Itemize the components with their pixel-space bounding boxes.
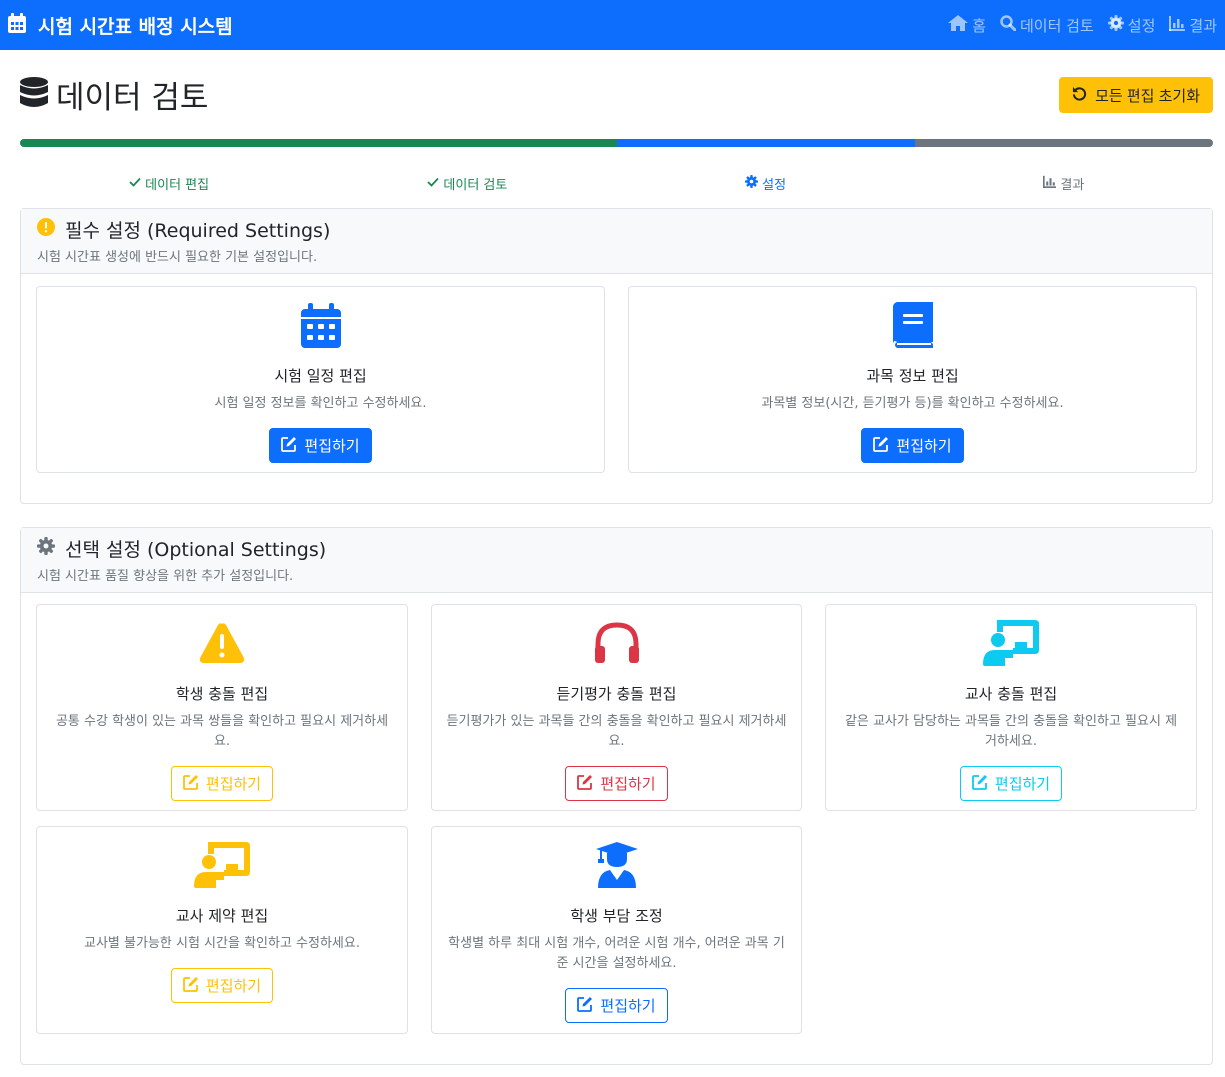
progress-segment-done: [20, 139, 617, 147]
search-icon: [1000, 15, 1017, 35]
step-label: 데이터 편집: [145, 177, 210, 193]
brand[interactable]: 시험 시간표 배정 시스템: [8, 12, 233, 39]
edit-icon: [873, 436, 889, 456]
progress-steps: 데이터 편집 데이터 검토 설정 결과: [20, 172, 1213, 194]
chart-icon: [1043, 175, 1057, 192]
optional-settings-section: 선택 설정 (Optional Settings) 시험 시간표 품질 향상을 …: [20, 527, 1213, 1065]
edit-icon: [577, 774, 593, 794]
card-description: 공통 수강 학생이 있는 과목 쌍들을 확인하고 필요시 제거하세요.: [55, 714, 389, 749]
edit-icon: [182, 976, 199, 996]
card-student-burden: 학생 부담 조정 학생별 하루 최대 시험 개수, 어려운 시험 개수, 어려운…: [431, 826, 802, 1034]
nav-settings-label: 설정: [1127, 16, 1156, 35]
card-description: 같은 교사가 담당하는 과목들 간의 충돌을 확인하고 필요시 제거하세요.: [844, 714, 1178, 749]
edit-exam-schedule-button[interactable]: 편집하기: [269, 428, 372, 463]
page-header: 데이터 검토: [20, 72, 208, 117]
home-icon: [948, 15, 969, 35]
button-label: 편집하기: [600, 776, 656, 793]
card-description: 교사별 불가능한 시험 시간을 확인하고 수정하세요.: [84, 936, 360, 951]
card-title: 학생 충돌 편집: [175, 685, 269, 703]
graduate-icon: [595, 841, 638, 889]
card-description: 듣기평가가 있는 과목들 간의 충돌을 확인하고 필요시 제거하세요.: [446, 714, 787, 749]
section-subtitle: 시험 시간표 품질 향상을 위한 추가 설정입니다.: [37, 569, 294, 584]
teacher-icon: [194, 841, 250, 889]
button-label: 편집하기: [205, 978, 262, 995]
section-title: 선택 설정 (Optional Settings): [65, 539, 327, 561]
step-label: 데이터 검토: [443, 177, 508, 193]
warning-icon: [199, 619, 245, 667]
edit-listening-conflict-button[interactable]: 편집하기: [565, 766, 668, 801]
book-icon: [892, 301, 933, 349]
headphones-icon: [594, 619, 640, 667]
calendar-icon: [8, 12, 26, 38]
page-title: 데이터 검토: [56, 80, 209, 116]
required-settings-section: 필수 설정 (Required Settings) 시험 시간표 생성에 반드시…: [20, 208, 1213, 504]
button-label: 편집하기: [600, 998, 656, 1015]
card-description: 과목별 정보(시간, 듣기평가 등)를 확인하고 수정하세요.: [761, 396, 1064, 411]
chart-icon: [1169, 15, 1186, 35]
card-subject-info: 과목 정보 편집 과목별 정보(시간, 듣기평가 등)를 확인하고 수정하세요.…: [628, 286, 1197, 473]
step-results: 결과: [915, 172, 1213, 194]
progress-segment-active: [616, 139, 915, 147]
brand-text: 시험 시간표 배정 시스템: [38, 15, 233, 38]
edit-student-burden-button[interactable]: 편집하기: [565, 988, 668, 1023]
gear-icon: [745, 174, 759, 192]
edit-icon: [281, 436, 297, 456]
card-title: 시험 일정 편집: [274, 367, 367, 385]
calendar-icon: [300, 301, 341, 349]
step-data-edit: 데이터 편집: [20, 172, 318, 194]
reset-label: 모든 편집 초기화: [1095, 87, 1200, 105]
button-label: 편집하기: [205, 776, 262, 793]
exclamation-circle-icon: [37, 218, 55, 241]
progress-segment-remaining: [914, 139, 1213, 147]
card-teacher-conflict: 교사 충돌 편집 같은 교사가 담당하는 과목들 간의 충돌을 확인하고 필요시…: [825, 604, 1197, 811]
section-header: 필수 설정 (Required Settings) 시험 시간표 생성에 반드시…: [21, 209, 1212, 274]
edit-teacher-constraint-button[interactable]: 편집하기: [170, 968, 274, 1003]
gear-icon: [1107, 15, 1124, 35]
button-label: 편집하기: [304, 438, 360, 455]
teacher-icon: [983, 619, 1039, 667]
button-label: 편집하기: [896, 438, 952, 455]
top-navbar: 시험 시간표 배정 시스템 홈 데이터 검토 설정 결과: [0, 0, 1225, 50]
edit-subject-info-button[interactable]: 편집하기: [861, 428, 964, 463]
nav-data-review[interactable]: 데이터 검토: [1000, 15, 1094, 36]
card-exam-schedule: 시험 일정 편집 시험 일정 정보를 확인하고 수정하세요. 편집하기: [36, 286, 605, 473]
card-listening-conflict: 듣기평가 충돌 편집 듣기평가가 있는 과목들 간의 충돌을 확인하고 필요시 …: [431, 604, 802, 811]
section-subtitle: 시험 시간표 생성에 반드시 필요한 기본 설정입니다.: [37, 250, 318, 265]
nav-results-label: 결과: [1189, 16, 1217, 35]
edit-student-conflict-button[interactable]: 편집하기: [170, 766, 274, 801]
reset-all-edits-button[interactable]: 모든 편집 초기화: [1059, 77, 1213, 113]
card-student-conflict: 학생 충돌 편집 공통 수강 학생이 있는 과목 쌍들을 확인하고 필요시 제거…: [36, 604, 408, 811]
card-description: 학생별 하루 최대 시험 개수, 어려운 시험 개수, 어려운 과목 기준 시간…: [448, 936, 785, 971]
nav-home[interactable]: 홈: [948, 15, 986, 36]
card-title: 교사 제약 편집: [175, 907, 269, 925]
step-label: 설정: [762, 177, 787, 193]
edit-icon: [971, 774, 988, 794]
card-description: 시험 일정 정보를 확인하고 수정하세요.: [214, 396, 427, 411]
check-icon: [129, 176, 141, 191]
button-label: 편집하기: [994, 776, 1051, 793]
card-teacher-constraint: 교사 제약 편집 교사별 불가능한 시험 시간을 확인하고 수정하세요. 편집하…: [36, 826, 408, 1034]
section-header: 선택 설정 (Optional Settings) 시험 시간표 품질 향상을 …: [21, 528, 1212, 593]
card-title: 듣기평가 충돌 편집: [556, 685, 677, 703]
nav-results[interactable]: 결과: [1169, 15, 1217, 36]
progress-bar: [20, 139, 1213, 147]
edit-icon: [577, 996, 593, 1016]
check-icon: [427, 176, 440, 191]
edit-teacher-conflict-button[interactable]: 편집하기: [959, 766, 1063, 801]
gear-icon: [37, 537, 55, 560]
step-data-review: 데이터 검토: [318, 172, 616, 194]
nav-home-label: 홈: [972, 16, 986, 35]
edit-icon: [182, 774, 199, 794]
step-label: 결과: [1060, 177, 1085, 193]
nav-data-review-label: 데이터 검토: [1020, 16, 1094, 35]
undo-icon: [1072, 86, 1087, 105]
nav-settings[interactable]: 설정: [1107, 15, 1156, 36]
section-title: 필수 설정 (Required Settings): [65, 220, 331, 242]
card-title: 학생 부담 조정: [570, 907, 663, 925]
step-settings: 설정: [617, 172, 915, 194]
card-title: 과목 정보 편집: [866, 367, 959, 385]
card-title: 교사 충돌 편집: [964, 685, 1058, 703]
database-icon: [20, 76, 48, 113]
